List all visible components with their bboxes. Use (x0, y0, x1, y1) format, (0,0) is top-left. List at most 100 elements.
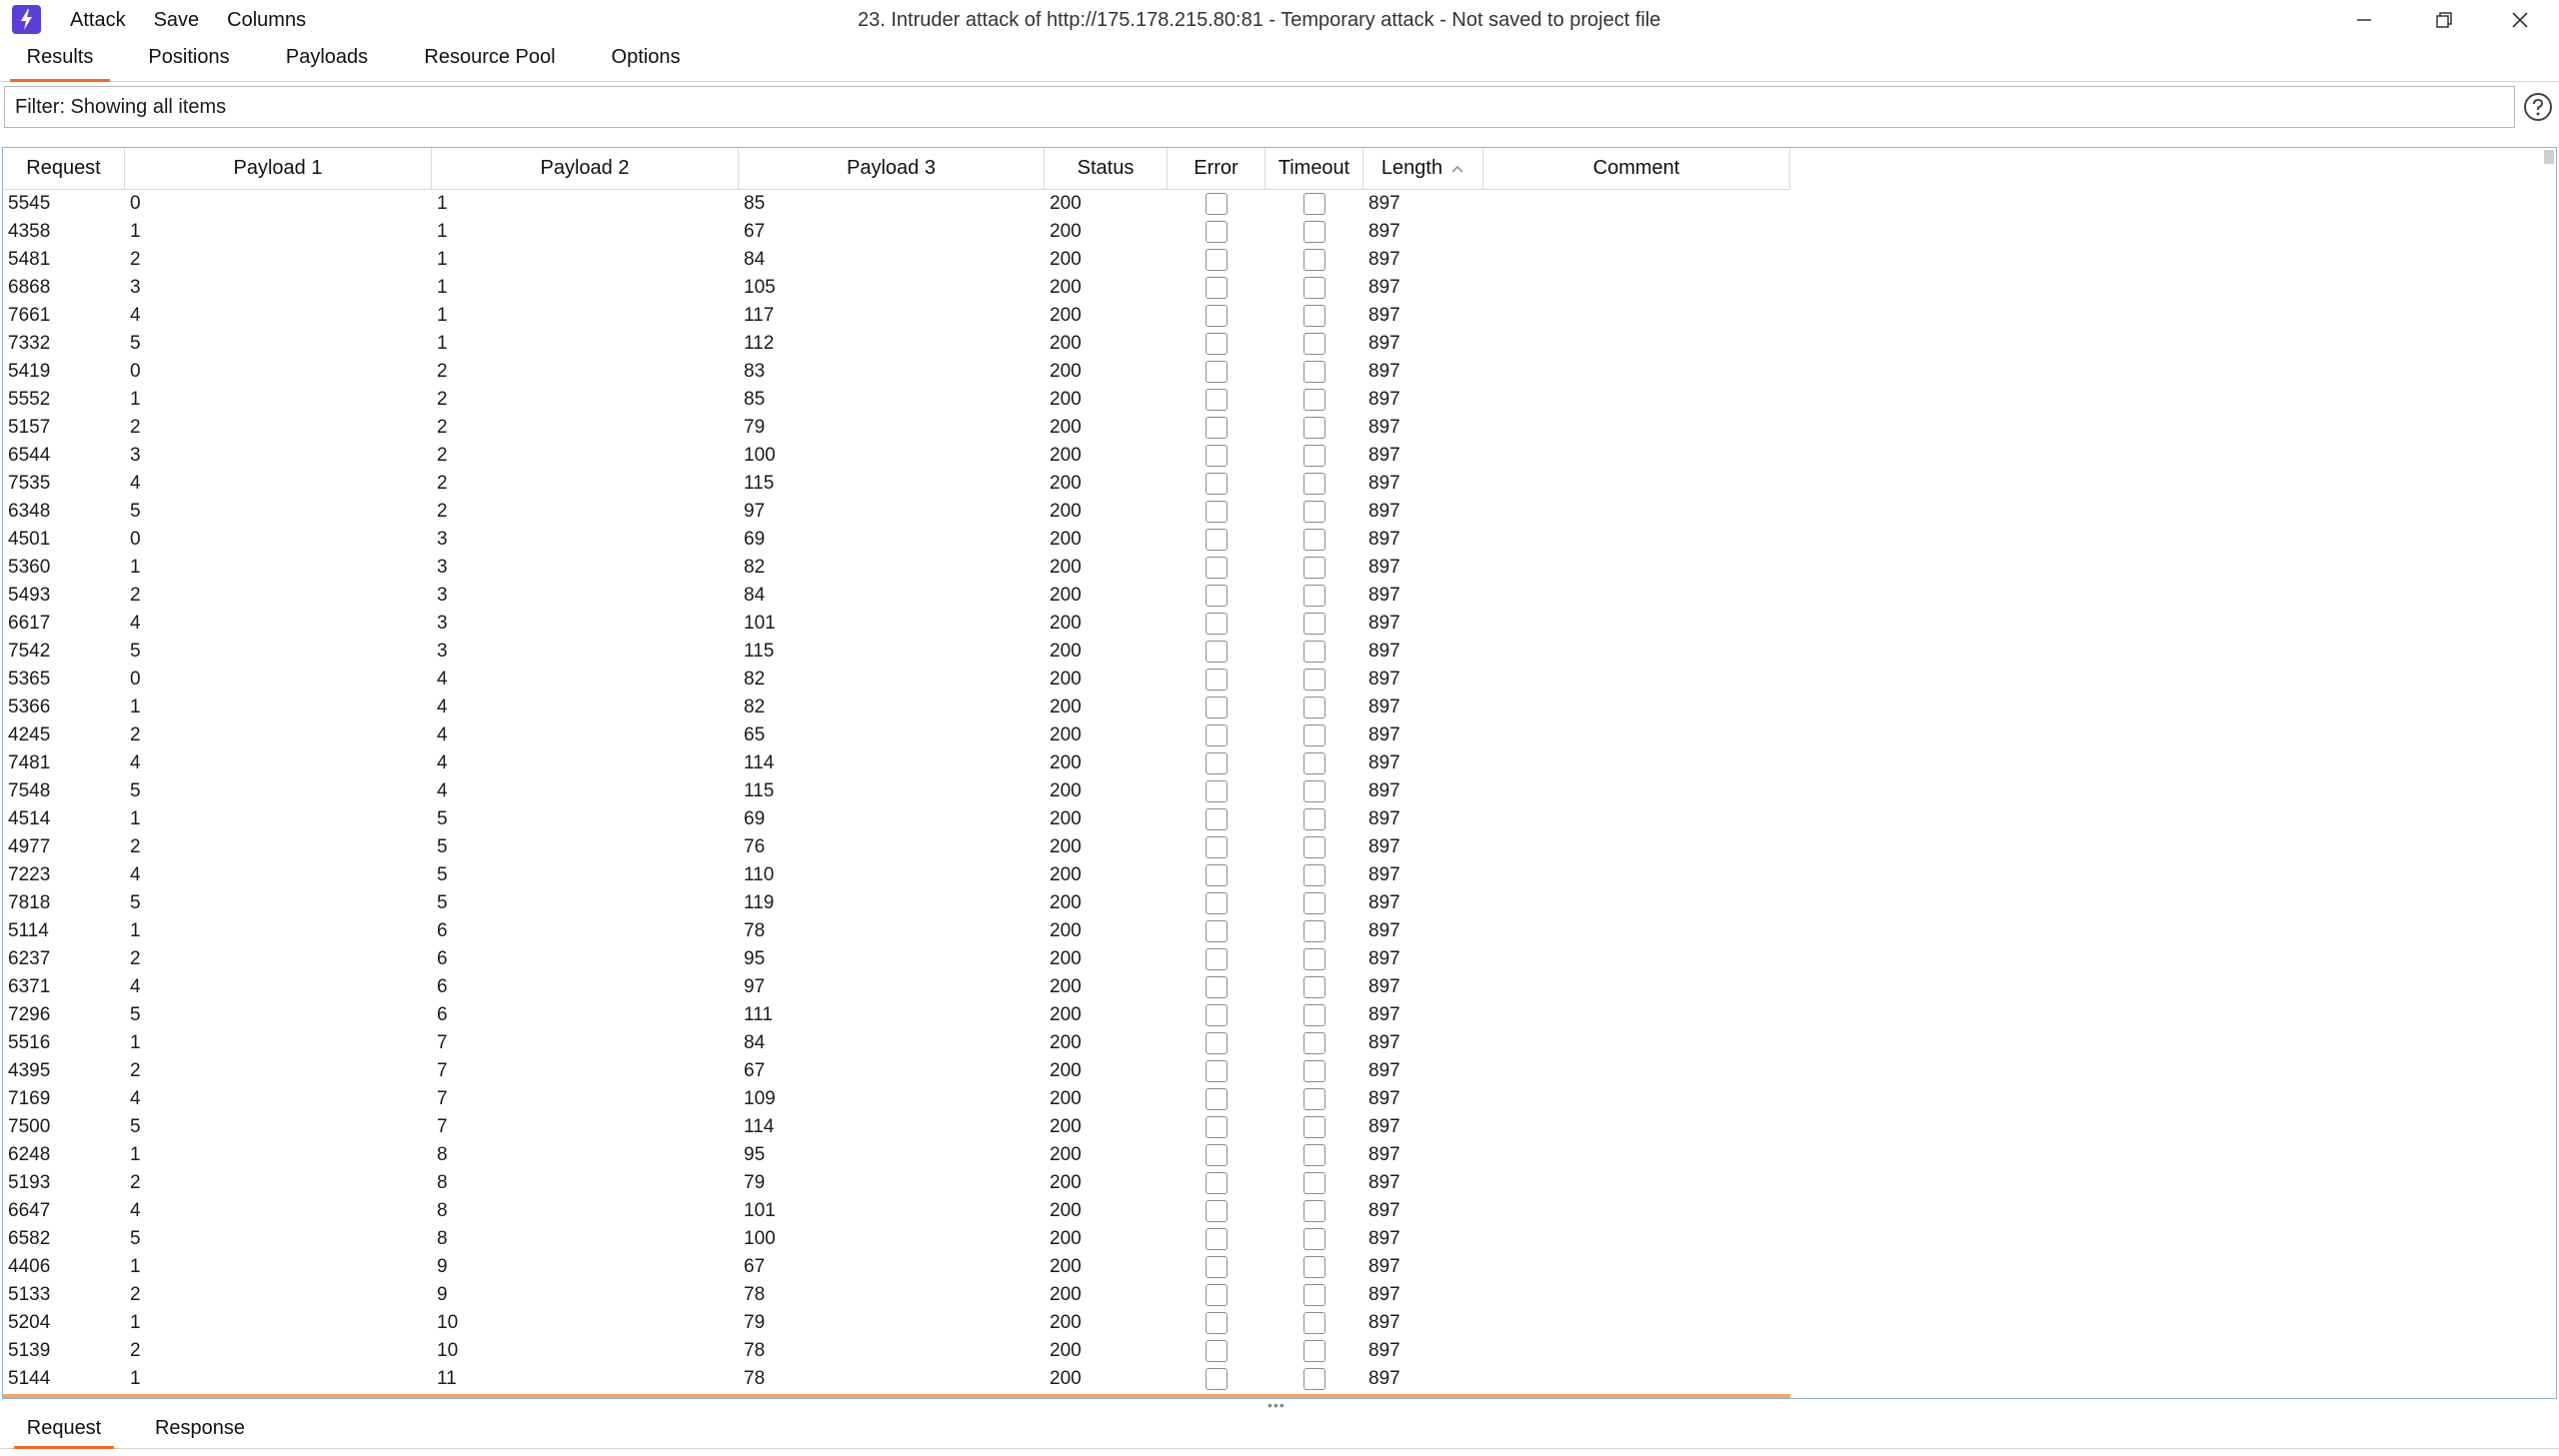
menu-save[interactable]: Save (154, 0, 200, 40)
table-row[interactable]: 5481 2 1 84 200 897 (3, 246, 1790, 274)
col-header-comment[interactable]: Comment (1483, 148, 1790, 190)
timeout-checkbox[interactable] (1303, 1144, 1325, 1166)
error-checkbox[interactable] (1206, 892, 1228, 914)
table-row[interactable]: 7332 5 1 112 200 897 (3, 330, 1790, 358)
timeout-checkbox[interactable] (1303, 920, 1325, 942)
timeout-checkbox[interactable] (1303, 305, 1325, 327)
timeout-checkbox[interactable] (1303, 1256, 1325, 1278)
table-row[interactable]: 5419 0 2 83 200 897 (3, 358, 1790, 386)
error-checkbox[interactable] (1206, 1004, 1228, 1026)
table-row[interactable]: 7223 4 5 110 200 897 (3, 861, 1790, 889)
timeout-checkbox[interactable] (1303, 389, 1325, 411)
error-checkbox[interactable] (1206, 780, 1228, 802)
col-header-payload-2[interactable]: Payload 2 (432, 148, 739, 190)
timeout-checkbox[interactable] (1303, 1284, 1325, 1306)
table-row[interactable]: 5493 2 3 84 200 897 (3, 582, 1790, 610)
filter-bar[interactable]: Filter: Showing all items (4, 86, 2515, 128)
error-checkbox[interactable] (1206, 976, 1228, 998)
tab-payloads[interactable]: Payloads (272, 40, 382, 82)
table-row[interactable]: 6348 5 2 97 200 897 (3, 498, 1790, 526)
error-checkbox[interactable] (1206, 948, 1228, 970)
table-row[interactable]: 5139 2 10 78 200 897 (3, 1337, 1790, 1365)
error-checkbox[interactable] (1206, 808, 1228, 830)
timeout-checkbox[interactable] (1303, 836, 1325, 858)
tab-resource-pool[interactable]: Resource Pool (412, 40, 568, 82)
col-header-error[interactable]: Error (1168, 148, 1266, 190)
timeout-checkbox[interactable] (1303, 976, 1325, 998)
table-row[interactable]: 6582 5 8 100 200 897 (3, 1225, 1790, 1253)
table-row[interactable]: 6371 4 6 97 200 897 (3, 973, 1790, 1001)
error-checkbox[interactable] (1206, 305, 1228, 327)
timeout-checkbox[interactable] (1303, 501, 1325, 523)
error-checkbox[interactable] (1206, 1200, 1228, 1222)
timeout-checkbox[interactable] (1303, 1200, 1325, 1222)
timeout-checkbox[interactable] (1303, 1368, 1325, 1390)
error-checkbox[interactable] (1206, 221, 1228, 243)
error-checkbox[interactable] (1206, 1340, 1228, 1362)
tab-request[interactable]: Request (14, 1407, 114, 1449)
error-checkbox[interactable] (1206, 1032, 1228, 1054)
timeout-checkbox[interactable] (1303, 948, 1325, 970)
table-row[interactable]: 6544 3 2 100 200 897 (3, 442, 1790, 470)
timeout-checkbox[interactable] (1303, 361, 1325, 383)
tab-positions[interactable]: Positions (134, 40, 244, 82)
results-table[interactable]: Request Payload 1 Payload 2 Payload 3 St… (2, 147, 2557, 1399)
table-row[interactable]: 6248 1 8 95 200 897 (3, 1141, 1790, 1169)
restore-button[interactable] (2409, 0, 2479, 40)
table-row[interactable]: 4245 2 4 65 200 897 (3, 722, 1790, 749)
timeout-checkbox[interactable] (1303, 333, 1325, 355)
timeout-checkbox[interactable] (1303, 1228, 1325, 1250)
col-header-timeout[interactable]: Timeout (1266, 148, 1363, 190)
menu-attack[interactable]: Attack (70, 0, 126, 40)
timeout-checkbox[interactable] (1303, 780, 1325, 802)
error-checkbox[interactable] (1206, 1088, 1228, 1110)
error-checkbox[interactable] (1206, 529, 1228, 551)
table-row[interactable]: 6617 4 3 101 200 897 (3, 610, 1790, 638)
table-row[interactable]: 5157 2 2 79 200 897 (3, 414, 1790, 442)
tab-results[interactable]: Results (10, 40, 110, 82)
error-checkbox[interactable] (1206, 1116, 1228, 1138)
table-row[interactable]: 5360 1 3 82 200 897 (3, 554, 1790, 582)
menu-columns[interactable]: Columns (227, 0, 306, 40)
table-row[interactable]: 7535 4 2 115 200 897 (3, 470, 1790, 498)
error-checkbox[interactable] (1206, 920, 1228, 942)
table-row[interactable]: 5133 2 9 78 200 897 (3, 1281, 1790, 1309)
timeout-checkbox[interactable] (1303, 864, 1325, 886)
table-row[interactable]: 7818 5 5 119 200 897 (3, 889, 1790, 917)
error-checkbox[interactable] (1206, 1228, 1228, 1250)
table-row[interactable]: 7548 5 4 115 200 897 (3, 777, 1790, 805)
timeout-checkbox[interactable] (1303, 1088, 1325, 1110)
error-checkbox[interactable] (1206, 249, 1228, 271)
error-checkbox[interactable] (1206, 641, 1228, 663)
error-checkbox[interactable] (1206, 1368, 1228, 1390)
timeout-checkbox[interactable] (1303, 445, 1325, 467)
table-row[interactable]: 5144 1 11 78 200 897 (3, 1365, 1790, 1393)
timeout-checkbox[interactable] (1303, 277, 1325, 299)
col-header-request[interactable]: Request (3, 148, 125, 190)
error-checkbox[interactable] (1206, 473, 1228, 495)
error-checkbox[interactable] (1206, 697, 1228, 719)
table-row[interactable]: 4358 1 1 67 200 897 (3, 218, 1790, 246)
error-checkbox[interactable] (1206, 1172, 1228, 1194)
table-row[interactable]: 6868 3 1 105 200 897 (3, 274, 1790, 302)
col-header-length[interactable]: Length (1363, 148, 1483, 190)
timeout-checkbox[interactable] (1303, 1116, 1325, 1138)
error-checkbox[interactable] (1206, 389, 1228, 411)
error-checkbox[interactable] (1206, 1256, 1228, 1278)
vertical-scrollbar-thumb[interactable] (2544, 150, 2554, 164)
table-row[interactable]: 5365 0 4 82 200 897 (3, 666, 1790, 694)
timeout-checkbox[interactable] (1303, 1060, 1325, 1082)
timeout-checkbox[interactable] (1303, 1032, 1325, 1054)
error-checkbox[interactable] (1206, 333, 1228, 355)
error-checkbox[interactable] (1206, 193, 1228, 215)
error-checkbox[interactable] (1206, 725, 1228, 746)
error-checkbox[interactable] (1206, 277, 1228, 299)
timeout-checkbox[interactable] (1303, 669, 1325, 691)
timeout-checkbox[interactable] (1303, 613, 1325, 635)
table-row[interactable]: 7296 5 6 111 200 897 (3, 1001, 1790, 1029)
error-checkbox[interactable] (1206, 1312, 1228, 1334)
timeout-checkbox[interactable] (1303, 249, 1325, 271)
vertical-scrollbar[interactable] (2542, 148, 2556, 1398)
table-row[interactable]: 7661 4 1 117 200 897 (3, 302, 1790, 330)
error-checkbox[interactable] (1206, 501, 1228, 523)
